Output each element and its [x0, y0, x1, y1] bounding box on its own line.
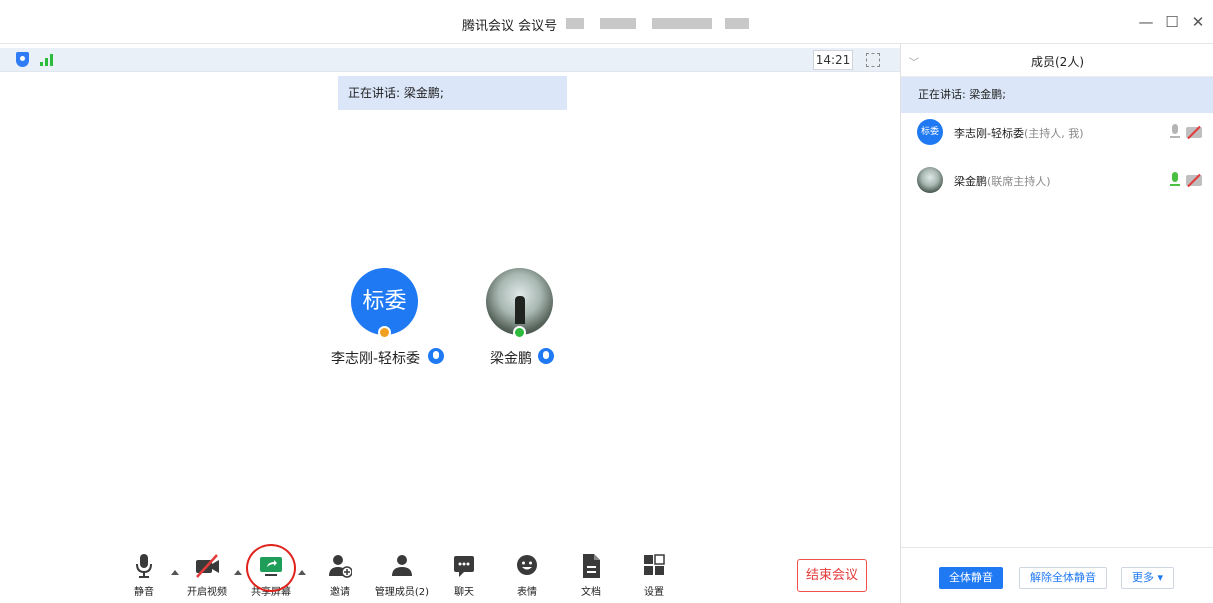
- more-button[interactable]: 更多 ▾: [1121, 567, 1174, 589]
- camera-off-icon: [195, 553, 219, 579]
- chat-icon: [452, 553, 476, 579]
- member-row[interactable]: 标委 李志刚-轻标委(主持人, 我): [901, 115, 1213, 151]
- members-panel-footer: 全体静音 解除全体静音 更多 ▾: [901, 547, 1213, 603]
- toolbar-label: 静音: [134, 587, 154, 598]
- meeting-timer: 14:21: [813, 50, 853, 70]
- toolbar-label: 管理成员(2): [374, 587, 430, 598]
- members-panel: ﹀ 成员(2人) 正在讲话: 梁金鹏; 标委 李志刚-轻标委(主持人, 我) 梁…: [900, 44, 1213, 603]
- signal-strength-icon[interactable]: [40, 54, 56, 66]
- start-video-button[interactable]: 开启视频: [177, 553, 237, 598]
- video-status-bar: 14:21: [0, 48, 900, 72]
- toolbar-label: 表情: [517, 587, 537, 598]
- documents-button[interactable]: 文档: [561, 553, 621, 598]
- redacted-block: [725, 18, 749, 29]
- member-name: 梁金鹏(联席主持人): [954, 175, 1051, 188]
- maximize-button[interactable]: ☐: [1162, 12, 1182, 32]
- speaking-banner: 正在讲话: 梁金鹏;: [338, 76, 567, 110]
- avatar: 标委: [351, 268, 418, 335]
- toolbar-label: 设置: [644, 587, 664, 598]
- video-area: 14:21 正在讲话: 梁金鹏; 标委 李志刚-轻标委 梁金鹏 静音 开启视频: [0, 44, 900, 603]
- redacted-block: [652, 18, 712, 29]
- microphone-icon: [132, 553, 156, 579]
- manage-members-button[interactable]: 管理成员(2): [372, 553, 432, 598]
- toolbar-label: 开启视频: [187, 587, 227, 598]
- window-title: 腾讯会议 会议号: [462, 19, 558, 34]
- invite-icon: [328, 553, 353, 579]
- mute-all-button[interactable]: 全体静音: [939, 567, 1003, 589]
- avatar-photo: [515, 296, 525, 324]
- microphone-active-icon[interactable]: [1170, 172, 1180, 188]
- close-button[interactable]: ✕: [1188, 12, 1208, 32]
- member-role: (联席主持人): [987, 175, 1051, 188]
- emoji-icon: [515, 553, 539, 579]
- cohost-badge-icon: [513, 326, 526, 339]
- annotation-circle: [246, 544, 296, 592]
- settings-button[interactable]: 设置: [624, 553, 684, 598]
- chat-button[interactable]: 聊天: [434, 553, 494, 598]
- member-row[interactable]: 梁金鹏(联席主持人): [901, 163, 1213, 199]
- redacted-block: [600, 18, 636, 29]
- microphone-icon: [428, 348, 444, 364]
- host-badge-icon: [378, 326, 391, 339]
- toolbar-label: 聊天: [454, 587, 474, 598]
- members-icon: [390, 553, 414, 579]
- fullscreen-icon[interactable]: [866, 53, 880, 67]
- security-shield-icon[interactable]: [16, 52, 29, 67]
- avatar: [917, 167, 943, 193]
- document-icon: [579, 553, 603, 579]
- avatar: [486, 268, 553, 335]
- toolbar-label: 文档: [581, 587, 601, 598]
- minimize-button[interactable]: —: [1136, 12, 1156, 32]
- end-meeting-button[interactable]: 结束会议: [797, 559, 867, 592]
- members-title: 成员(2人): [1031, 55, 1084, 69]
- mute-button[interactable]: 静音: [114, 553, 174, 598]
- camera-off-icon[interactable]: [1186, 127, 1202, 138]
- reactions-button[interactable]: 表情: [497, 553, 557, 598]
- settings-icon: [642, 553, 666, 579]
- title-bar: 腾讯会议 会议号 — ☐ ✕: [0, 0, 1213, 44]
- unmute-all-button[interactable]: 解除全体静音: [1019, 567, 1107, 589]
- panel-speaking-banner: 正在讲话: 梁金鹏;: [901, 77, 1213, 113]
- invite-button[interactable]: 邀请: [310, 553, 370, 598]
- toolbar-label: 邀请: [330, 587, 350, 598]
- members-panel-header: ﹀ 成员(2人): [901, 44, 1213, 77]
- participant-name: 梁金鹏: [490, 351, 532, 367]
- avatar: 标委: [917, 119, 943, 145]
- microphone-icon[interactable]: [1170, 124, 1180, 140]
- camera-off-icon[interactable]: [1186, 175, 1202, 186]
- member-role: (主持人, 我): [1023, 127, 1084, 140]
- redacted-block: [566, 18, 584, 29]
- member-name: 李志刚-轻标委(主持人, 我): [954, 127, 1084, 140]
- participant-name: 李志刚-轻标委: [331, 351, 421, 367]
- share-options-caret-icon[interactable]: [298, 570, 306, 575]
- microphone-icon: [538, 348, 554, 364]
